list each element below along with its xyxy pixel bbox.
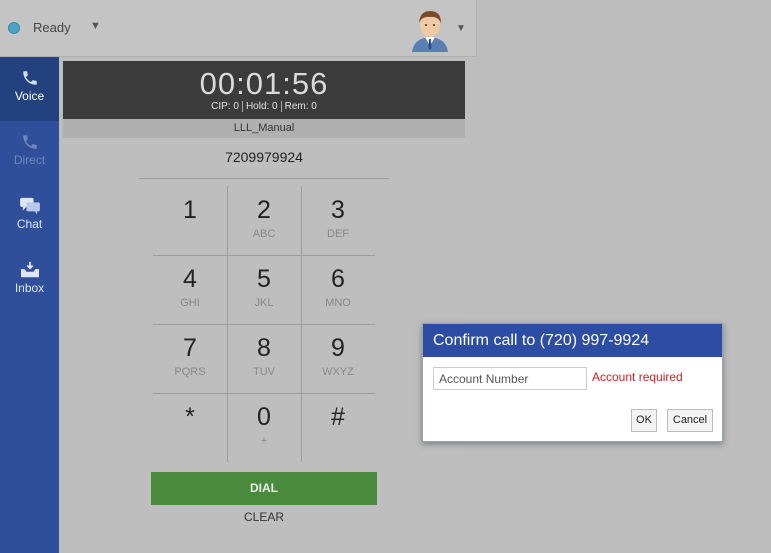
call-counts: CIP: 0 Hold: 0 Rem: 0 [63, 101, 465, 112]
key-letters: + [260, 435, 268, 447]
key-digit: * [185, 403, 195, 431]
key-digit: 3 [331, 196, 345, 224]
campaign-label: LLL_Manual [63, 119, 465, 138]
nav-label: Inbox [14, 281, 45, 295]
key-digit: 4 [183, 265, 197, 293]
chevron-down-icon[interactable]: ▼ [90, 20, 101, 32]
key-5[interactable]: 5 JKL [227, 255, 301, 324]
nav-label: Chat [16, 217, 43, 231]
nav-label: Direct [13, 153, 46, 167]
key-8[interactable]: 8 TUV [227, 324, 301, 393]
hold-count: Hold: 0 [241, 101, 278, 112]
dialer-panel: 00:01:56 CIP: 0 Hold: 0 Rem: 0 LLL_Manual … [63, 61, 465, 553]
ok-button[interactable]: OK [631, 409, 657, 432]
key-digit: 6 [331, 265, 345, 293]
key-letters: PQRS [174, 366, 206, 378]
phone-icon [0, 57, 59, 85]
key-0[interactable]: 0 + [227, 393, 301, 462]
key-digit: 1 [183, 196, 197, 224]
key-2[interactable]: 2 ABC [227, 186, 301, 255]
cancel-button[interactable]: Cancel [667, 409, 713, 432]
key-3[interactable]: 3 DEF [301, 186, 375, 255]
inbox-icon [0, 249, 59, 278]
account-number-input[interactable] [433, 367, 587, 390]
clear-button[interactable]: CLEAR [151, 510, 377, 528]
key-letters: JKL [254, 297, 274, 309]
agent-status-label[interactable]: Ready [33, 20, 71, 35]
phone-icon [0, 121, 59, 149]
confirm-call-dialog: Confirm call to (720) 997-9924 Account r… [422, 323, 723, 442]
nav-item-inbox[interactable]: Inbox [0, 249, 59, 313]
nav-item-direct[interactable]: Direct [0, 121, 59, 185]
key-digit: 7 [183, 334, 197, 362]
user-avatar-icon[interactable] [408, 6, 452, 52]
dialed-number-field[interactable]: 7209979924 [139, 149, 389, 179]
key-letters: WXYZ [322, 366, 354, 378]
dial-button[interactable]: DIAL [151, 472, 377, 505]
chat-icon [0, 185, 59, 215]
key-1[interactable]: 1 [153, 186, 227, 255]
key-digit: 5 [257, 265, 271, 293]
key-letters: TUV [253, 366, 275, 378]
key-digit: 8 [257, 334, 271, 362]
key-6[interactable]: 6 MNO [301, 255, 375, 324]
key-digit: # [331, 403, 345, 431]
key-4[interactable]: 4 GHI [153, 255, 227, 324]
chevron-down-icon[interactable]: ▼ [456, 23, 466, 34]
call-timer: 00:01:56 [199, 66, 329, 101]
status-indicator-icon [8, 22, 20, 34]
call-timer-box: 00:01:56 CIP: 0 Hold: 0 Rem: 0 [63, 61, 465, 119]
key-7[interactable]: 7 PQRS [153, 324, 227, 393]
nav-item-chat[interactable]: Chat [0, 185, 59, 249]
key-digit: 2 [257, 196, 271, 224]
cip-count: CIP: 0 [211, 101, 239, 112]
key-9[interactable]: 9 WXYZ [301, 324, 375, 393]
key-digit: 9 [331, 334, 345, 362]
key-letters: MNO [325, 297, 351, 309]
key-star[interactable]: * [153, 393, 227, 462]
key-letters: ABC [252, 228, 276, 240]
account-error-message: Account required [592, 370, 683, 384]
left-nav: Voice Direct Chat Inbox [0, 57, 59, 553]
key-digit: 0 [257, 403, 271, 431]
key-letters: GHI [180, 297, 200, 309]
rem-count: Rem: 0 [280, 101, 317, 112]
key-hash[interactable]: # [301, 393, 375, 462]
key-letters: DEF [327, 228, 349, 240]
dialog-title: Confirm call to (720) 997-9924 [423, 324, 722, 357]
nav-item-voice[interactable]: Voice [0, 57, 59, 121]
nav-label: Voice [14, 89, 45, 103]
top-status-bar: Ready ▼ ▼ [0, 0, 477, 57]
